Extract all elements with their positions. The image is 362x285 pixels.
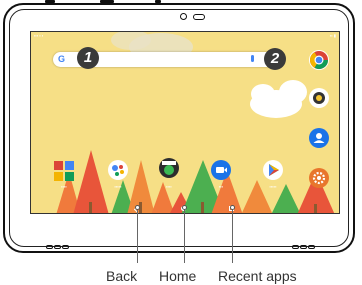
cloud-right	[250, 80, 307, 118]
callout-2: 2	[264, 48, 286, 70]
status-icons: ▪▪ ▮	[329, 33, 336, 38]
recent-pointer-dot	[230, 205, 235, 210]
light-sensor	[193, 14, 205, 20]
assistant-icon[interactable]	[108, 160, 128, 180]
camera-icon[interactable]	[309, 88, 329, 108]
app-label: ▪▪▪▪▪	[114, 184, 122, 189]
app-label: ▪▪▪▪▪	[269, 184, 277, 189]
play-store-icon[interactable]	[263, 160, 283, 180]
chrome-icon[interactable]	[309, 50, 329, 70]
home-pointer-dot	[182, 205, 187, 210]
volume-button-small	[155, 0, 161, 3]
home-pointer-line	[184, 207, 185, 263]
google-g-icon: G	[58, 54, 66, 64]
mic-icon[interactable]	[251, 55, 254, 62]
label-back: Back	[106, 268, 138, 284]
recent-pointer-line	[232, 207, 233, 263]
label-recent-apps: Recent apps	[218, 268, 297, 284]
app-label: ▪▪▪▪	[166, 184, 172, 189]
front-camera-icon	[180, 13, 187, 20]
callout-1: 1	[77, 47, 99, 69]
status-time: ▪▪▪ ▪ ▪	[34, 33, 44, 38]
back-pointer-line	[137, 207, 138, 263]
video-call-icon[interactable]	[211, 160, 231, 180]
status-bar: ▪▪▪ ▪ ▪ ▪▪ ▮	[34, 33, 336, 40]
contacts-icon[interactable]	[309, 128, 329, 148]
volume-button	[100, 0, 114, 3]
speaker-right	[292, 236, 319, 249]
settings-icon[interactable]	[309, 168, 329, 188]
label-home: Home	[159, 268, 197, 284]
power-button	[45, 0, 55, 3]
app-label: ▪▪▪▪	[61, 184, 67, 189]
back-pointer-dot	[135, 205, 140, 210]
photos-icon[interactable]	[53, 160, 75, 182]
speaker-left	[46, 236, 73, 249]
app-icon[interactable]	[159, 158, 179, 178]
app-label: ▪▪▪	[218, 184, 224, 189]
